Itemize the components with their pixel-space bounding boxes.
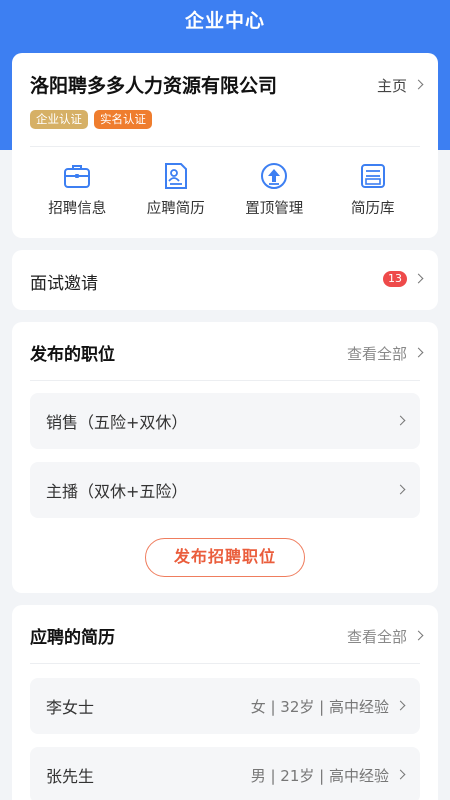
applicant-info: 女 | 32岁 | 高中经验 [250, 697, 389, 716]
see-all-label: 查看全部 [346, 628, 407, 646]
applicant-name: 李女士 [46, 698, 95, 717]
verification-badges: 企业认证 实名认证 [30, 110, 152, 129]
chevron-right-icon [413, 630, 424, 641]
resume-library-icon [360, 164, 385, 188]
resume-row[interactable]: 张先生 男 | 21岁 | 高中经验 [30, 747, 420, 800]
chevron-right-icon [395, 415, 406, 425]
divider [30, 663, 420, 664]
posted-jobs-card: 发布的职位 查看全部 销售（五险+双休） 主播（双休+五险） 发布招聘职位 [12, 322, 438, 593]
interview-label: 面试邀请 [30, 274, 98, 294]
applied-resumes-card: 应聘的简历 查看全部 李女士 女 | 32岁 | 高中经验 张先生 男 | 21… [12, 605, 438, 800]
job-row[interactable]: 销售（五险+双休） [30, 393, 420, 449]
divider [30, 380, 420, 381]
chevron-right-icon [395, 769, 406, 779]
action-pin-management[interactable]: 置顶管理 [225, 161, 324, 227]
section-title: 应聘的简历 [30, 628, 115, 648]
chevron-right-icon [413, 273, 424, 283]
see-all-jobs-link[interactable]: 查看全部 [346, 343, 424, 364]
briefcase-icon [64, 165, 91, 188]
chevron-right-icon [413, 79, 424, 90]
resume-row[interactable]: 李女士 女 | 32岁 | 高中经验 [30, 678, 420, 734]
chevron-right-icon [413, 347, 424, 358]
action-job-info[interactable]: 招聘信息 [28, 161, 127, 227]
chevron-right-icon [395, 484, 406, 494]
action-applied-resumes[interactable]: 应聘简历 [127, 161, 226, 227]
home-link[interactable]: 主页 [376, 75, 424, 96]
action-label: 简历库 [351, 201, 395, 217]
job-title: 销售（五险+双休） [46, 413, 188, 432]
section-title: 发布的职位 [30, 345, 115, 365]
applicant-name: 张先生 [46, 767, 95, 786]
resume-icon [164, 163, 187, 189]
enterprise-verified-badge: 企业认证 [30, 110, 88, 129]
page-title: 企业中心 [184, 10, 265, 32]
action-label: 招聘信息 [48, 201, 107, 217]
interview-invitations[interactable]: 面试邀请 13 [12, 250, 438, 310]
chevron-right-icon [395, 700, 406, 710]
action-resume-library[interactable]: 简历库 [324, 161, 423, 227]
post-job-button[interactable]: 发布招聘职位 [145, 538, 305, 577]
realname-verified-badge: 实名认证 [94, 110, 152, 129]
see-all-label: 查看全部 [346, 345, 407, 363]
interview-count-badge: 13 [383, 271, 407, 287]
company-card: 洛阳聘多多人力资源有限公司 主页 企业认证 实名认证 招聘信息 应聘简历 置顶管… [12, 53, 438, 238]
interview-right: 13 [383, 271, 424, 287]
see-all-resumes-link[interactable]: 查看全部 [346, 626, 424, 647]
home-link-label: 主页 [376, 77, 407, 95]
job-title: 主播（双休+五险） [46, 482, 188, 501]
company-name: 洛阳聘多多人力资源有限公司 [30, 75, 278, 97]
quick-actions: 招聘信息 应聘简历 置顶管理 简历库 [12, 161, 438, 227]
pin-top-icon [261, 163, 288, 189]
action-label: 置顶管理 [245, 201, 304, 217]
applicant-info: 男 | 21岁 | 高中经验 [250, 766, 389, 785]
action-label: 应聘简历 [146, 201, 205, 217]
job-row[interactable]: 主播（双休+五险） [30, 462, 420, 518]
divider [30, 146, 420, 147]
